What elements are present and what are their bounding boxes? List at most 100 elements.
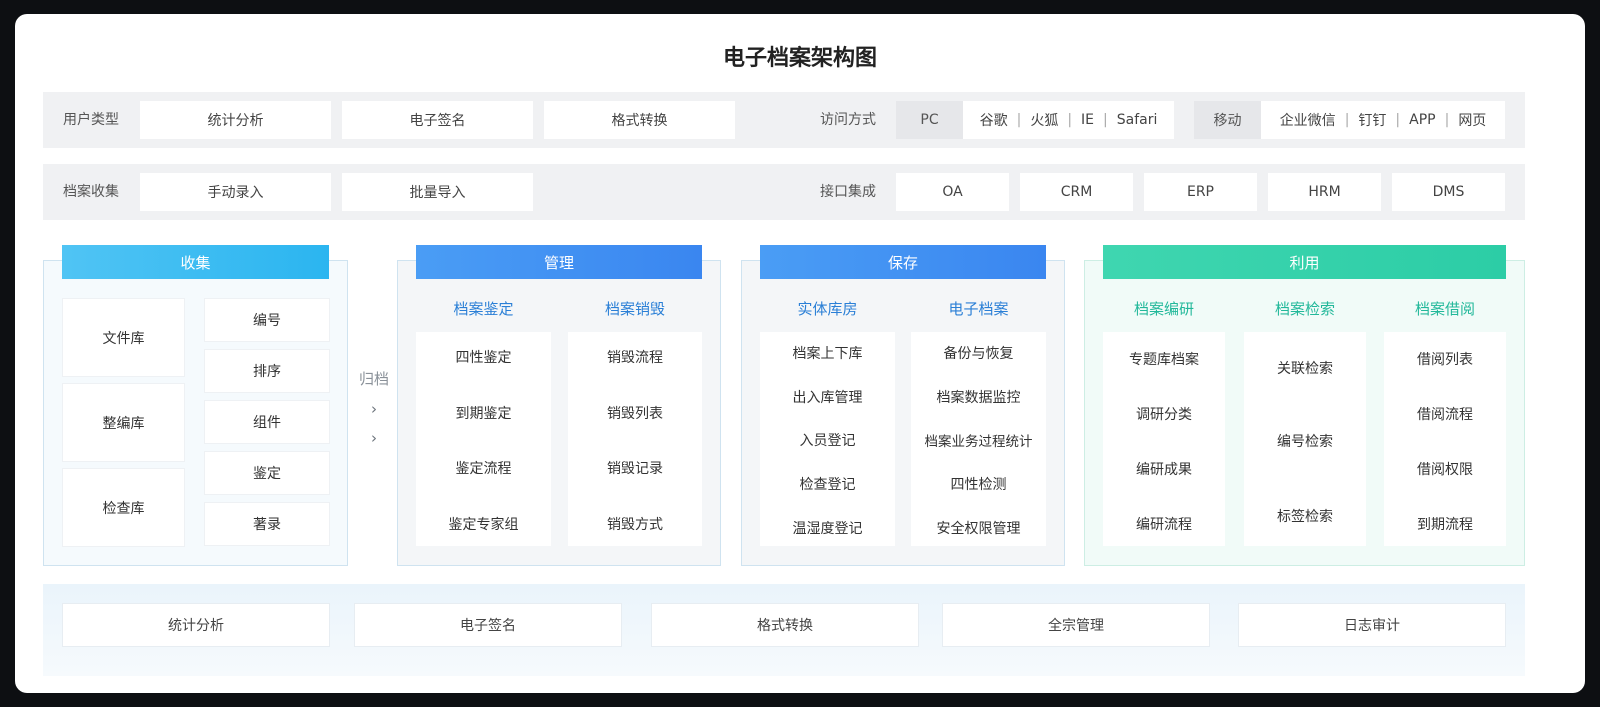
appraisal-column: 四性鉴定 到期鉴定 鉴定流程 鉴定专家组: [416, 332, 551, 546]
borrowing-item: 借阅权限: [1417, 462, 1473, 478]
interface-item: ERP: [1144, 173, 1257, 211]
operation-tile: 著录: [205, 503, 329, 545]
preserve-header: 保存: [760, 245, 1046, 279]
physical-storage-item: 出入库管理: [792, 390, 863, 406]
operation-tile: 组件: [205, 401, 329, 443]
compilation-item: 专题库档案: [1129, 352, 1199, 368]
borrowing-title: 档案借阅: [1414, 300, 1475, 318]
architecture-card: 电子档案架构图 用户类型 统计分析 电子签名 格式转换 访问方式 PC 谷歌 | …: [15, 14, 1585, 693]
compilation-column: 专题库档案 调研分类 编研成果 编研流程: [1103, 332, 1225, 546]
electronic-archive-item: 备份与恢复: [943, 346, 1014, 362]
separator: |: [1444, 112, 1450, 128]
operation-tile: 编号: [205, 299, 329, 341]
compilation-item: 编研流程: [1136, 517, 1192, 533]
chevron-right-icon: ›: [371, 429, 377, 447]
common-service-item: 格式转换: [652, 604, 918, 646]
borrowing-item: 借阅列表: [1417, 352, 1473, 368]
retrieval-column: 关联检索 编号检索 标签检索: [1244, 332, 1366, 546]
mobile-option: 钉钉: [1358, 113, 1387, 129]
borrowing-item: 到期流程: [1417, 517, 1473, 533]
common-service-item: 全宗管理: [943, 604, 1209, 646]
user-type-item: 电子签名: [342, 101, 533, 139]
user-type-band: 用户类型 统计分析 电子签名 格式转换 访问方式 PC 谷歌 | 火狐 | IE | …: [43, 92, 1525, 148]
appraisal-title: 档案鉴定: [453, 300, 514, 318]
archive-collection-label: 档案收集: [63, 184, 119, 200]
compilation-item: 编研成果: [1136, 462, 1192, 478]
archive-collection-band: 档案收集 手动录入 批量导入 接口集成 OA CRM ERP HRM DMS: [43, 164, 1525, 220]
mobile-option: APP: [1409, 112, 1436, 128]
common-service-item: 日志审计: [1239, 604, 1505, 646]
browser-option: IE: [1081, 112, 1095, 128]
borrowing-item: 借阅流程: [1417, 407, 1473, 423]
destruction-title: 档案销毁: [604, 300, 665, 318]
destruction-item: 销毁流程: [607, 350, 663, 366]
appraisal-item: 四性鉴定: [455, 350, 512, 366]
utilize-header: 利用: [1103, 245, 1506, 279]
browser-option: 谷歌: [979, 113, 1008, 129]
destruction-column: 销毁流程 销毁列表 销毁记录 销毁方式: [568, 332, 702, 546]
mobile-option: 企业微信: [1279, 113, 1336, 129]
collection-item: 手动录入: [140, 173, 331, 211]
appraisal-item: 到期鉴定: [455, 406, 512, 422]
pc-label: PC: [896, 101, 963, 139]
physical-storage-item: 温湿度登记: [792, 521, 863, 537]
retrieval-item: 标签检索: [1277, 509, 1333, 525]
compilation-item: 调研分类: [1136, 407, 1192, 423]
operation-tile: 排序: [205, 350, 329, 392]
library-tile: 文件库: [63, 299, 184, 376]
electronic-archive-item: 四性检测: [950, 477, 1007, 493]
physical-storage-item: 档案上下库: [792, 346, 863, 362]
mobile-option: 网页: [1458, 113, 1487, 129]
common-service-item: 统计分析: [63, 604, 329, 646]
browser-option: 火狐: [1030, 113, 1059, 129]
destruction-item: 销毁记录: [607, 461, 663, 477]
pc-browser-options: 谷歌 | 火狐 | IE | Safari: [963, 101, 1174, 139]
mobile-options: 企业微信 | 钉钉 | APP | 网页: [1261, 101, 1505, 139]
user-type-label: 用户类型: [63, 112, 119, 128]
destruction-item: 销毁方式: [607, 517, 663, 533]
page-title: 电子档案架构图: [722, 46, 877, 71]
interface-item: CRM: [1020, 173, 1133, 211]
common-service-item: 电子签名: [355, 604, 621, 646]
archive-label: 归档: [359, 370, 390, 388]
electronic-archive-item: 档案业务过程统计: [924, 434, 1033, 450]
separator: |: [1395, 112, 1401, 128]
physical-storage-column: 档案上下库 出入库管理 入员登记 检查登记 温湿度登记: [760, 332, 895, 546]
access-method-label: 访问方式: [820, 112, 876, 128]
physical-storage-item: 检查登记: [799, 477, 856, 493]
interface-item: DMS: [1392, 173, 1505, 211]
library-tile: 整编库: [63, 384, 184, 461]
separator: |: [1103, 112, 1108, 128]
separator: |: [1067, 112, 1073, 128]
electronic-archive-item: 安全权限管理: [936, 521, 1021, 537]
appraisal-item: 鉴定专家组: [448, 517, 519, 533]
user-type-item: 格式转换: [544, 101, 735, 139]
borrowing-column: 借阅列表 借阅流程 借阅权限 到期流程: [1384, 332, 1506, 546]
electronic-archive-item: 档案数据监控: [936, 390, 1021, 406]
electronic-archive-column: 备份与恢复 档案数据监控 档案业务过程统计 四性检测 安全权限管理: [911, 332, 1046, 546]
browser-option: Safari: [1116, 112, 1158, 128]
manage-header: 管理: [416, 245, 702, 279]
compilation-title: 档案编研: [1133, 300, 1194, 318]
interface-item: OA: [896, 173, 1009, 211]
retrieval-item: 关联检索: [1277, 361, 1333, 377]
separator: |: [1016, 112, 1022, 128]
collection-item: 批量导入: [342, 173, 533, 211]
separator: |: [1344, 112, 1350, 128]
library-tile: 检查库: [63, 469, 184, 546]
appraisal-item: 鉴定流程: [455, 461, 512, 477]
mobile-label: 移动: [1194, 101, 1261, 139]
physical-storage-item: 入员登记: [799, 433, 856, 449]
common-services-band: 统计分析 电子签名 格式转换 全宗管理 日志审计: [43, 584, 1525, 676]
interface-integration-label: 接口集成: [820, 184, 876, 200]
collect-header: 收集: [62, 245, 329, 279]
chevron-right-icon: ›: [371, 400, 377, 418]
user-type-item: 统计分析: [140, 101, 331, 139]
retrieval-title: 档案检索: [1274, 300, 1335, 318]
interface-item: HRM: [1268, 173, 1381, 211]
retrieval-item: 编号检索: [1277, 434, 1333, 450]
operation-tile: 鉴定: [205, 452, 329, 494]
destruction-item: 销毁列表: [607, 406, 663, 422]
electronic-archive-title: 电子档案: [948, 300, 1009, 318]
physical-storage-title: 实体库房: [797, 300, 858, 318]
